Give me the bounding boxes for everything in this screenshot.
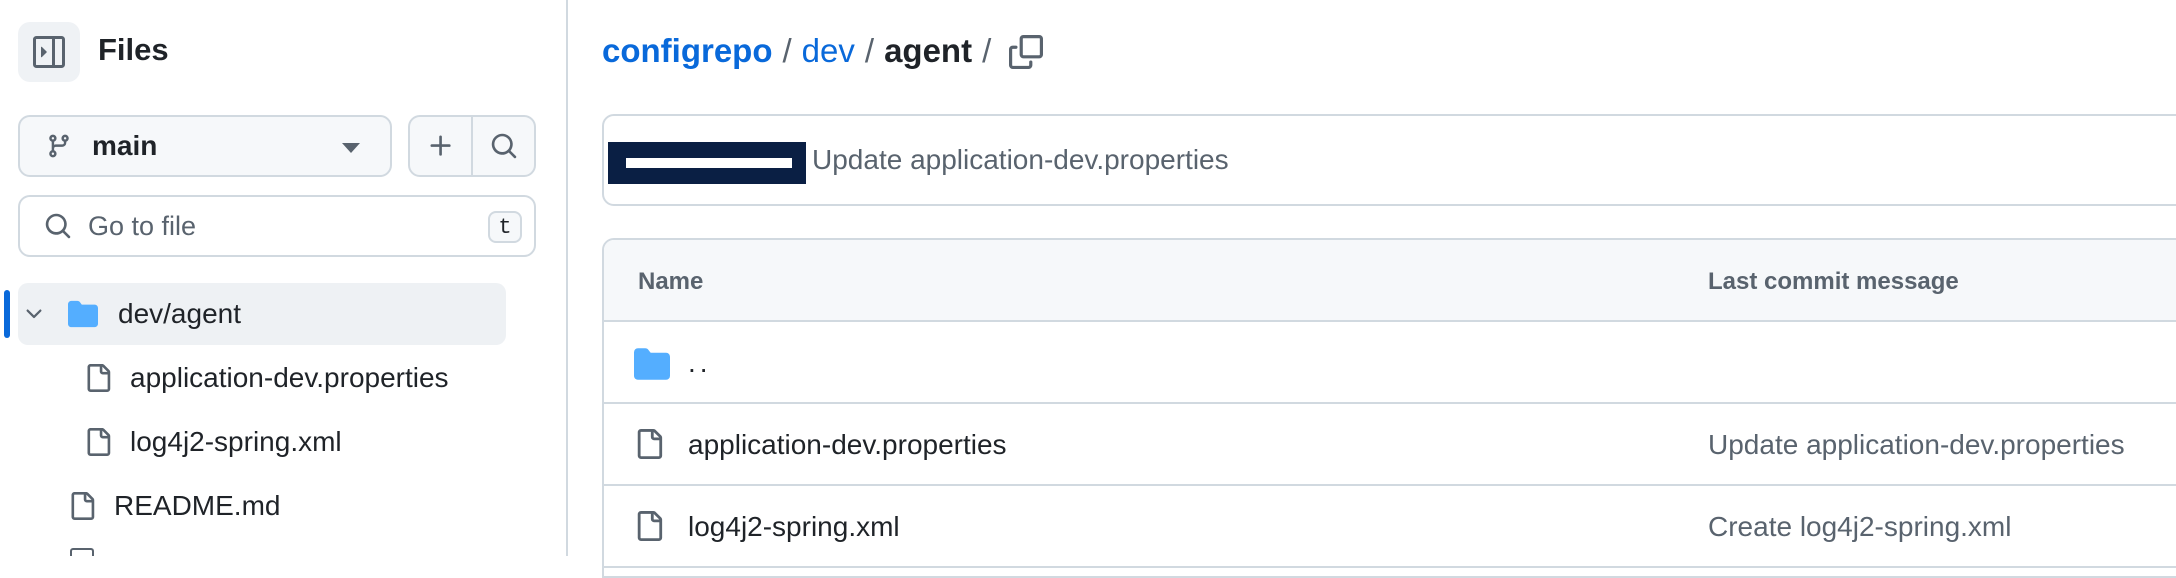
sidebar-title: Files [98,32,169,67]
file-icon [637,511,663,541]
tree-item-dev-agent[interactable]: dev/agent [18,283,506,345]
go-to-file-input-wrapper: t [18,195,536,257]
breadcrumb-separator: / [864,32,875,69]
tree-item-label: README.md [114,490,281,521]
commit-message-link[interactable]: Create log4j2-spring.xml [1708,508,2011,546]
tree-item-label: log4j2-spring.xml [130,426,342,457]
triangle-down-icon [342,143,360,153]
git-branch-icon [44,131,74,161]
search-icon [45,213,71,239]
copy-path-button[interactable] [1004,30,1048,74]
chevron-down-icon [26,309,42,319]
breadcrumb-dir-link[interactable]: dev [802,28,855,74]
file-icon [71,492,95,520]
sidebar-collapse-icon [33,36,65,68]
plus-icon [430,135,451,156]
file-tree-sidebar [0,0,568,556]
breadcrumb-separator: / [982,32,992,69]
column-header-last-commit: Last commit message [1708,268,1959,295]
go-to-file-input[interactable] [86,209,470,243]
table-row-parent[interactable]: .. [604,322,2176,404]
keyboard-shortcut-hint: t [488,211,522,243]
breadcrumb-separator: / [782,32,792,69]
file-icon [87,364,111,392]
file-table: Name Last commit message .. application-… [602,238,2176,578]
branch-name: main [92,130,158,161]
tree-item-log4j2-spring-xml[interactable]: log4j2-spring.xml [84,422,342,462]
tree-item-application-dev-properties[interactable]: application-dev.properties [84,358,449,398]
tree-item-label: application-dev.properties [130,362,449,393]
copy-icon [1009,35,1043,69]
file-actions-group [408,115,536,177]
latest-commit-message[interactable]: Update application-dev.properties [812,140,1229,180]
active-indicator [4,290,10,338]
branch-selector[interactable]: main [18,115,392,177]
file-icon [70,548,94,556]
breadcrumb: configrepo / dev / agent / [602,28,1001,74]
collapse-sidebar-button[interactable] [18,22,80,82]
redaction-bar [626,158,792,168]
table-row[interactable]: application-dev.properties Update applic… [604,404,2176,486]
file-name-link[interactable]: log4j2-spring.xml [688,508,900,546]
breadcrumb-repo-link[interactable]: configrepo [602,28,773,74]
file-icon [87,428,111,456]
tree-item-readme-md[interactable]: README.md [68,486,280,526]
commit-message-link[interactable]: Update application-dev.properties [1708,426,2125,464]
folder-icon [68,300,98,328]
breadcrumb-current: agent [884,32,973,69]
parent-directory-link[interactable]: .. [688,344,712,382]
file-icon [637,429,663,459]
file-name-link[interactable]: application-dev.properties [688,426,1007,464]
search-icon [491,133,516,159]
column-header-name: Name [638,268,704,295]
add-file-button[interactable] [410,117,471,175]
search-code-button[interactable] [471,117,534,175]
tree-item-label: dev/agent [118,298,241,329]
table-header: Name Last commit message [604,240,2176,322]
folder-icon [634,348,670,380]
